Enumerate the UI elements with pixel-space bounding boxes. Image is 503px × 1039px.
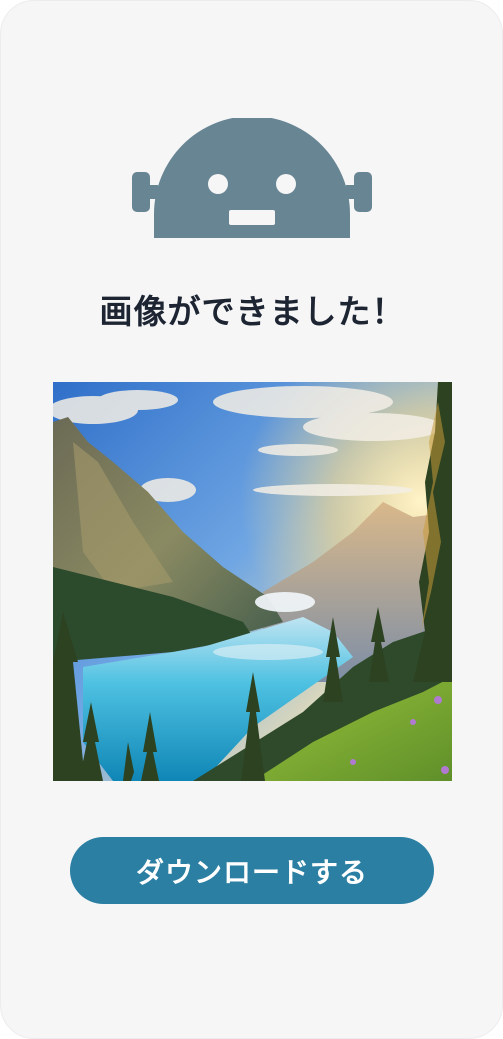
download-button[interactable]: ダウンロードする xyxy=(70,837,434,904)
page-title: 画像ができました！ xyxy=(99,292,406,331)
generated-image xyxy=(53,382,452,781)
result-card: 画像ができました！ ダウンロードする xyxy=(0,0,503,1039)
robot-icon xyxy=(132,116,372,240)
